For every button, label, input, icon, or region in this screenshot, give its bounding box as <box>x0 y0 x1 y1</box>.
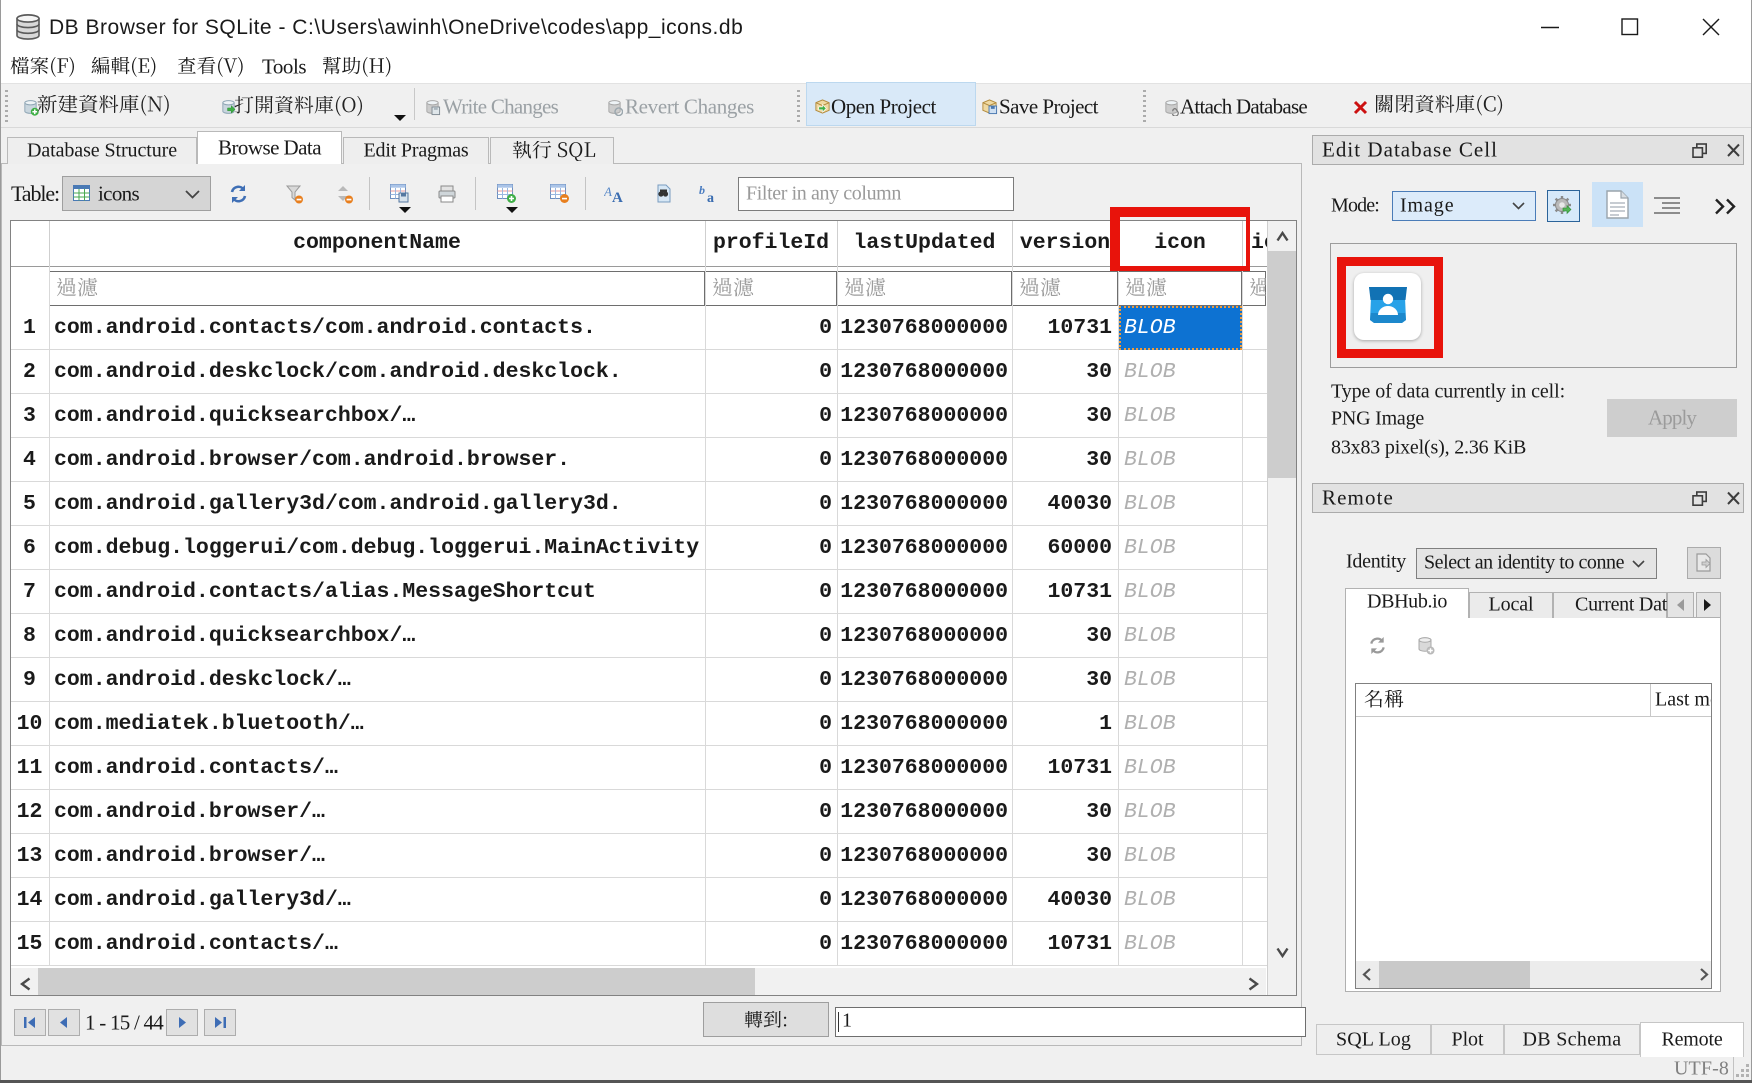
svg-text:a: a <box>707 191 714 204</box>
svg-text:b: b <box>699 184 705 197</box>
svg-text:A: A <box>604 184 612 199</box>
svg-text:A: A <box>612 190 623 204</box>
